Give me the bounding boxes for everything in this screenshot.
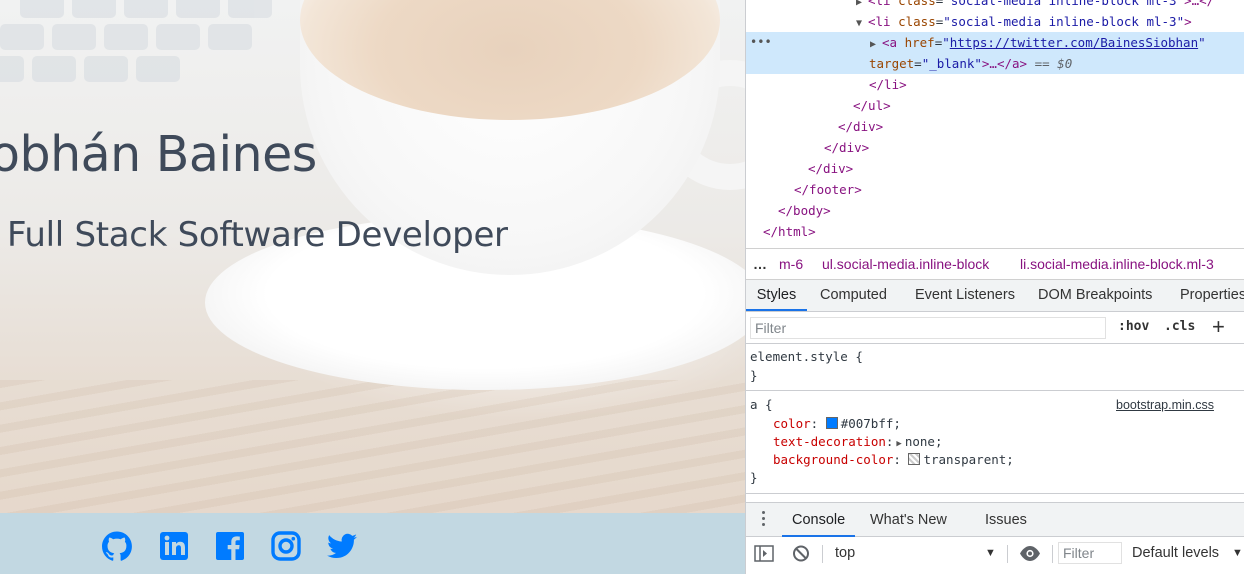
github-link[interactable] — [101, 530, 133, 562]
tab-styles[interactable]: Styles — [746, 280, 807, 311]
breadcrumb: … m-6 ul.social-media.inline-block li.so… — [746, 248, 1244, 280]
dom-node-div-close[interactable]: </div> — [838, 116, 883, 137]
dom-node-li-expanded[interactable]: ▼ <li class="social-media inline-block ml… — [856, 11, 1192, 32]
rule-source-link[interactable]: bootstrap.min.css — [1116, 396, 1214, 414]
tab-issues[interactable]: Issues — [985, 503, 1027, 537]
website-viewport: obhán Baines Full Stack Software Develop… — [0, 0, 745, 574]
rule-selector[interactable]: a { — [750, 396, 773, 414]
dom-node-div-close[interactable]: </div> — [824, 137, 869, 158]
rule-close-brace: } — [750, 470, 758, 485]
keyboard-background — [0, 0, 300, 120]
instagram-link[interactable] — [270, 530, 302, 562]
dom-node-ul-close[interactable]: </ul> — [853, 95, 891, 116]
href-link[interactable]: https://twitter.com/BainesSiobhan — [950, 35, 1198, 50]
hero-section: obhán Baines Full Stack Software Develop… — [0, 0, 745, 513]
tab-properties[interactable]: Properties — [1180, 280, 1244, 311]
context-selector[interactable]: top — [835, 537, 855, 570]
chevron-down-icon[interactable]: ▼ — [985, 537, 996, 570]
dom-node-footer-close[interactable]: </footer> — [794, 179, 862, 200]
styles-filter-input[interactable] — [750, 317, 1106, 339]
breadcrumb-overflow[interactable]: … — [753, 249, 767, 279]
linkedin-link[interactable] — [158, 530, 190, 562]
elements-tree: ••• ▶ <li class="social-media inline-bloc… — [746, 0, 1244, 248]
hov-toggle-button[interactable]: :hov — [1118, 319, 1149, 334]
new-style-rule-button[interactable]: + — [1212, 314, 1225, 340]
twitter-link[interactable] — [326, 530, 358, 562]
tab-dom-breakpoints[interactable]: DOM Breakpoints — [1038, 280, 1152, 311]
dom-node-html-close[interactable]: </html> — [763, 221, 816, 242]
hero-role: Full Stack Software Developer — [7, 215, 508, 255]
table-background — [0, 380, 745, 513]
rule-close-brace: } — [750, 368, 758, 383]
dom-node-a-selected[interactable]: ▶ <a href="https://twitter.com/BainesSiob… — [870, 32, 1206, 53]
dom-node-li-close[interactable]: </li> — [869, 74, 907, 95]
console-filter-input[interactable] — [1058, 542, 1122, 564]
tab-whats-new[interactable]: What's New — [870, 503, 947, 537]
instagram-icon — [271, 531, 301, 561]
rule-selector[interactable]: element.style { — [750, 348, 863, 366]
sidebar-tabs: Styles Computed Event Listeners DOM Brea… — [746, 280, 1244, 312]
breadcrumb-item-div[interactable]: m-6 — [779, 249, 803, 279]
hero-name: obhán Baines — [0, 126, 317, 183]
dom-node-li-collapsed[interactable]: ▶ <li class="social-media inline-block ml… — [856, 0, 1214, 11]
devtools-panel: ••• ▶ <li class="social-media inline-bloc… — [745, 0, 1244, 574]
collapse-triangle-icon[interactable]: ▼ — [856, 13, 868, 34]
element-style-rule: element.style { } — [746, 344, 1244, 391]
css-property-color[interactable]: color: #007bff; — [773, 415, 901, 433]
github-icon — [102, 531, 132, 561]
show-sidebar-icon[interactable] — [754, 537, 774, 570]
expand-triangle-icon[interactable]: ▶ — [870, 34, 882, 55]
node-actions-ellipsis[interactable]: ••• — [750, 32, 772, 53]
cls-toggle-button[interactable]: .cls — [1164, 319, 1195, 334]
tab-computed[interactable]: Computed — [820, 280, 887, 311]
expand-triangle-icon[interactable]: ▶ — [893, 439, 904, 449]
styles-toolbar: :hov .cls + — [746, 312, 1244, 344]
drawer-tabs: Console What's New Issues — [746, 502, 1244, 537]
clear-console-icon[interactable] — [792, 537, 810, 570]
live-expression-eye-icon[interactable] — [1019, 537, 1041, 570]
twitter-icon — [327, 533, 357, 559]
linkedin-icon — [160, 532, 188, 560]
css-property-background-color[interactable]: background-color: transparent; — [773, 451, 1014, 469]
color-swatch[interactable] — [825, 417, 838, 429]
log-levels-dropdown[interactable]: Default levels — [1132, 537, 1219, 570]
facebook-icon — [216, 532, 244, 560]
a-style-rule: a { bootstrap.min.css color: #007bff; te… — [746, 391, 1244, 494]
css-property-text-decoration[interactable]: text-decoration: ▶ none; — [773, 433, 942, 451]
dom-node-div-close[interactable]: </div> — [808, 158, 853, 179]
drawer-menu-icon[interactable] — [762, 511, 766, 529]
tab-console[interactable]: Console — [782, 503, 856, 537]
breadcrumb-item-li[interactable]: li.social-media.inline-block.ml-3 — [1020, 249, 1214, 279]
chevron-down-icon[interactable]: ▼ — [1232, 537, 1243, 570]
dom-node-body-close[interactable]: </body> — [778, 200, 831, 221]
breadcrumb-item-ul[interactable]: ul.social-media.inline-block — [822, 249, 989, 279]
facebook-link[interactable] — [214, 530, 246, 562]
tab-event-listeners[interactable]: Event Listeners — [915, 280, 1015, 311]
dom-node-a-continued[interactable]: target="_blank">…</a> == $0 — [869, 53, 1072, 74]
console-toolbar: top ▼ Default levels ▼ — [746, 537, 1244, 570]
color-swatch[interactable] — [908, 453, 921, 465]
